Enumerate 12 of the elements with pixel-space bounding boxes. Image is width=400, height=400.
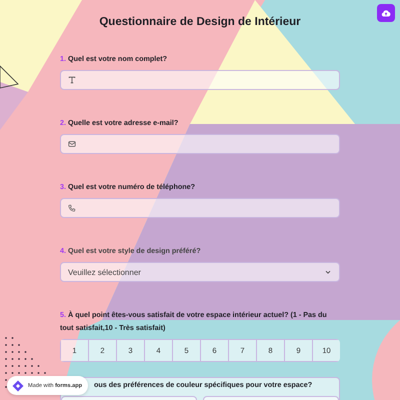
text-input-field[interactable]: [60, 70, 340, 90]
form-title: Questionnaire de Design de Intérieur: [99, 15, 301, 30]
logo-icon: [12, 380, 24, 392]
chevron-down-icon: [324, 268, 332, 276]
phone-icon: [68, 204, 76, 212]
phone-input-field[interactable]: [60, 198, 340, 218]
email-input-field[interactable]: [60, 134, 340, 154]
upload-button[interactable]: [377, 4, 395, 22]
envelope-icon: [68, 140, 76, 148]
cloud-upload-icon: [381, 9, 391, 17]
text-icon: [68, 76, 76, 84]
dropdown[interactable]: Veuillez sélectionner: [60, 262, 340, 282]
